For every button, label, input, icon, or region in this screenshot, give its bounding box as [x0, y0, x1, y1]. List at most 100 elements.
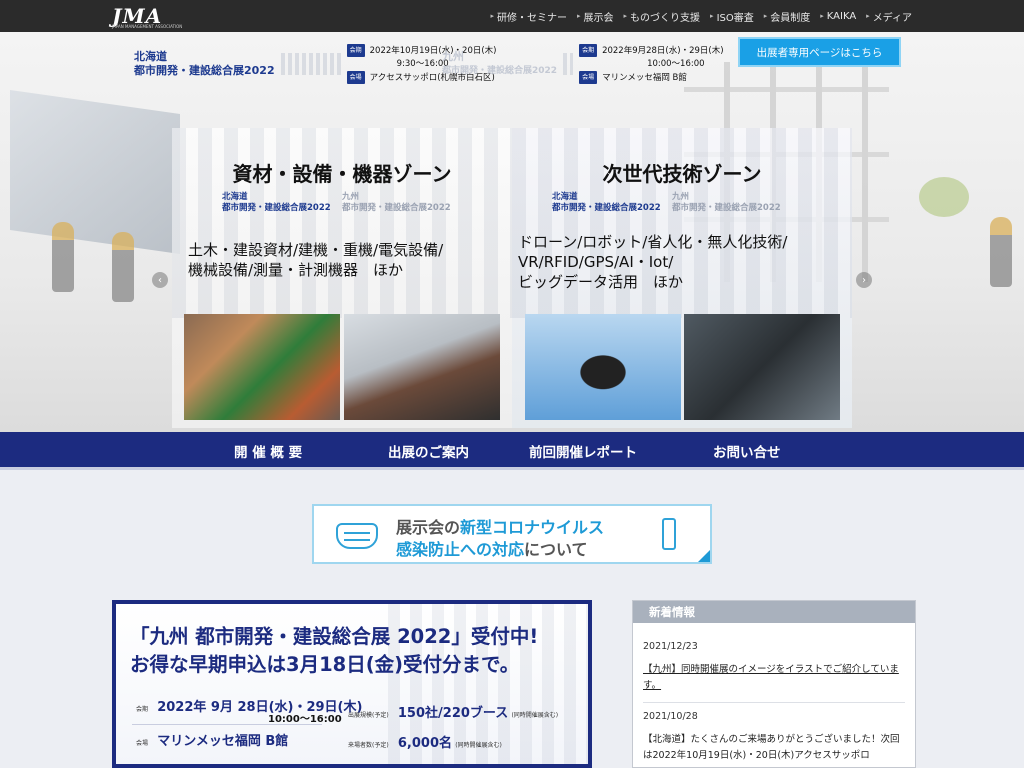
site-container-illustration	[10, 90, 180, 254]
disinfectant-spray-icon	[662, 518, 676, 550]
nav-iso[interactable]: ▸ ISO審査	[710, 9, 754, 24]
menu-contact[interactable]: お問い合せ	[713, 432, 781, 470]
construction-site-photo	[184, 314, 340, 420]
kyushu-early-bird: お得な早期申込は3月18日(金)受付分まで。	[130, 653, 520, 676]
skyline-graphic	[563, 53, 574, 75]
divider	[132, 724, 322, 725]
expo-kyushu[interactable]: 九州 都市開発・建設総合展2022 会期 2022年9月28日(水)・29日(木)…	[442, 36, 724, 92]
kyushu-scale-note: (予定)	[372, 712, 389, 719]
kyushu-scale-value: 150社/220ブース	[397, 706, 509, 721]
news-item: 2021/10/28 【北海道】たくさんのご来場ありがとうございました！次回は2…	[633, 711, 915, 764]
covid-text-accent: 感染防止への対応	[396, 540, 525, 559]
nav-membership[interactable]: ▸ 会員制度	[764, 9, 811, 24]
chevron-right-icon: ▸	[577, 12, 581, 20]
nav-seminar[interactable]: ▸ 研修・セミナー	[491, 9, 568, 24]
worker-illustration	[112, 232, 134, 302]
expo-region: 九州	[442, 50, 464, 63]
zone-expo-name: 都市開発・建設総合展2022	[222, 203, 331, 213]
zone-materials[interactable]: 資材・設備・機器ゾーン 北海道 都市開発・建設総合展2022 九州 都市開発・建設総…	[172, 128, 512, 428]
expo-name: 都市開発・建設総合展2022	[134, 64, 275, 77]
exhibitor-page-button[interactable]: 出展者専用ページはこちら	[738, 37, 901, 67]
nav-label: ものづくり支援	[630, 12, 701, 24]
zone-expo-name: 都市開発・建設総合展2022	[552, 203, 661, 213]
cement-mixer-illustration	[919, 177, 969, 217]
covid-line-2: 感染防止への対応について	[396, 536, 588, 560]
date-tag: 会期	[346, 43, 365, 57]
venue-tag: 会場	[579, 70, 598, 84]
covid-measures-banner[interactable]: 展示会の新型コロナウイルス 感染防止への対応について	[312, 504, 712, 564]
kyushu-visitors-value: 6,000名	[397, 736, 453, 751]
expo-kyushu-info: 会期 2022年9月28日(水)・29日(木) 10:00～16:00 会場 マリン…	[579, 43, 724, 85]
venue-tag: 会場	[346, 70, 365, 84]
corner-arrow-icon	[698, 550, 710, 562]
zone-category-line: 土木・建設資材/建機・重機/電気設備/	[188, 241, 444, 259]
covid-text-accent: 新型コロナウイルス	[460, 518, 605, 537]
nav-media[interactable]: ▸ メディア	[866, 9, 912, 24]
expo-kyushu-title: 九州 都市開発・建設総合展2022	[442, 50, 557, 78]
wheelbarrow-photo	[344, 314, 500, 420]
covid-line-1: 展示会の新型コロナウイルス	[396, 514, 604, 538]
kyushu-time: 10:00～16:00	[268, 714, 342, 725]
news-link[interactable]: 【九州】同時開催展のイメージをイラストでご紹介しています。	[643, 662, 905, 694]
chevron-right-icon: ▸	[820, 12, 824, 20]
kyushu-visitors-note: (予定)	[372, 742, 389, 749]
menu-exhibit-guide[interactable]: 出展のご案内	[388, 432, 469, 470]
kyushu-venue: 会場 マリンメッセ福岡 B館	[136, 730, 288, 749]
news-link[interactable]: 【北海道】たくさんのご来場ありがとうございました！次回は2022年10月19日(…	[643, 732, 905, 764]
zone-expo-kyushu: 九州 都市開発・建設総合展2022	[672, 192, 781, 214]
zone-expo-name: 都市開発・建設総合展2022	[672, 203, 781, 213]
slider-prev-button[interactable]: ‹	[152, 272, 168, 288]
nav-label: KAIKA	[826, 10, 857, 22]
skyline-graphic	[172, 128, 512, 318]
kyushu-registration-banner[interactable]: 「九州 都市開発・建設総合展 2022」受付中! お得な早期申込は3月18日(金…	[112, 600, 592, 768]
zone-expo-region: 北海道	[222, 192, 248, 202]
nav-kaika[interactable]: ▸ KAIKA	[820, 11, 856, 22]
menu-overview[interactable]: 開 催 概 要	[234, 432, 302, 470]
worker-illustration	[990, 217, 1012, 287]
kyushu-scale: 出展規模(予定) 150社/220ブース (同時開催展含む)	[348, 702, 558, 721]
kyushu-visitors-label: 来場者数	[348, 742, 373, 749]
zone-category-line: ドローン/ロボット/省人化・無人化技術/	[518, 233, 788, 251]
drone-photo	[525, 314, 681, 420]
kyushu-visitors-note: (同時開催展含む)	[455, 742, 502, 749]
expo-time: 10:00～16:00	[647, 58, 705, 69]
zone-expo-hokkaido: 北海道 都市開発・建設総合展2022	[222, 192, 331, 214]
nav-label: 展示会	[583, 12, 614, 24]
news-panel: 新着情報 2021/12/23 【九州】同時開催展のイメージをイラストでご紹介し…	[632, 600, 916, 768]
kyushu-venue-label: 会場	[136, 740, 149, 747]
menu-previous-report[interactable]: 前回開催レポート	[529, 432, 637, 470]
zone-expo-name: 都市開発・建設総合展2022	[342, 203, 451, 213]
news-item: 2021/12/23 【九州】同時開催展のイメージをイラストでご紹介しています。	[633, 641, 915, 694]
zone-expo-region: 九州	[672, 192, 690, 202]
date-tag: 会期	[579, 43, 598, 57]
nav-exhibition[interactable]: ▸ 展示会	[577, 9, 614, 24]
zone-category-line: VR/RFID/GPS/AI・Iot/	[518, 253, 674, 271]
expo-name: 都市開発・建設総合展2022	[442, 66, 558, 76]
nav-monozukuri[interactable]: ▸ ものづくり支援	[624, 9, 701, 24]
zone-next-gen-tech[interactable]: 次世代技術ゾーン 北海道 都市開発・建設総合展2022 九州 都市開発・建設総合展2…	[512, 128, 852, 428]
kyushu-scale-note: (同時開催展含む)	[511, 712, 559, 719]
expo-venue: マリンメッセ福岡 B館	[602, 72, 687, 83]
chevron-right-icon: ▸	[623, 12, 628, 20]
nav-label: 会員制度	[770, 12, 811, 24]
zone-expo-region: 北海道	[552, 192, 578, 202]
covid-text: について	[524, 540, 588, 559]
chevron-right-icon: ▸	[490, 12, 495, 20]
chevron-right-icon: ▸	[710, 12, 714, 20]
kyushu-date-label: 会期	[136, 706, 149, 713]
zone-expo-region: 九州	[342, 192, 360, 202]
worker-illustration	[52, 222, 74, 292]
tablet-device-photo	[684, 314, 840, 420]
chevron-right-icon: ▸	[763, 12, 768, 20]
zone-slider: 資材・設備・機器ゾーン 北海道 都市開発・建設総合展2022 九州 都市開発・建設総…	[172, 128, 852, 428]
expo-region: 北海道	[134, 50, 167, 63]
kyushu-headline: 「九州 都市開発・建設総合展 2022」受付中!	[130, 625, 539, 648]
zone-expo-kyushu: 九州 都市開発・建設総合展2022	[342, 192, 451, 214]
kyushu-visitors: 来場者数(予定) 6,000名 (同時開催展含む)	[348, 732, 502, 751]
logo-subtitle: JAPAN MANAGEMENT ASSOCIATION	[112, 24, 183, 29]
expo-hokkaido-title: 北海道 都市開発・建設総合展2022	[134, 50, 275, 78]
jma-logo[interactable]: JMA JAPAN MANAGEMENT ASSOCIATION	[112, 4, 182, 29]
slider-next-button[interactable]: ›	[856, 272, 872, 288]
zone-category-line: 機械設備/測量・計測機器 ほか	[188, 261, 404, 279]
face-mask-icon	[336, 523, 378, 549]
